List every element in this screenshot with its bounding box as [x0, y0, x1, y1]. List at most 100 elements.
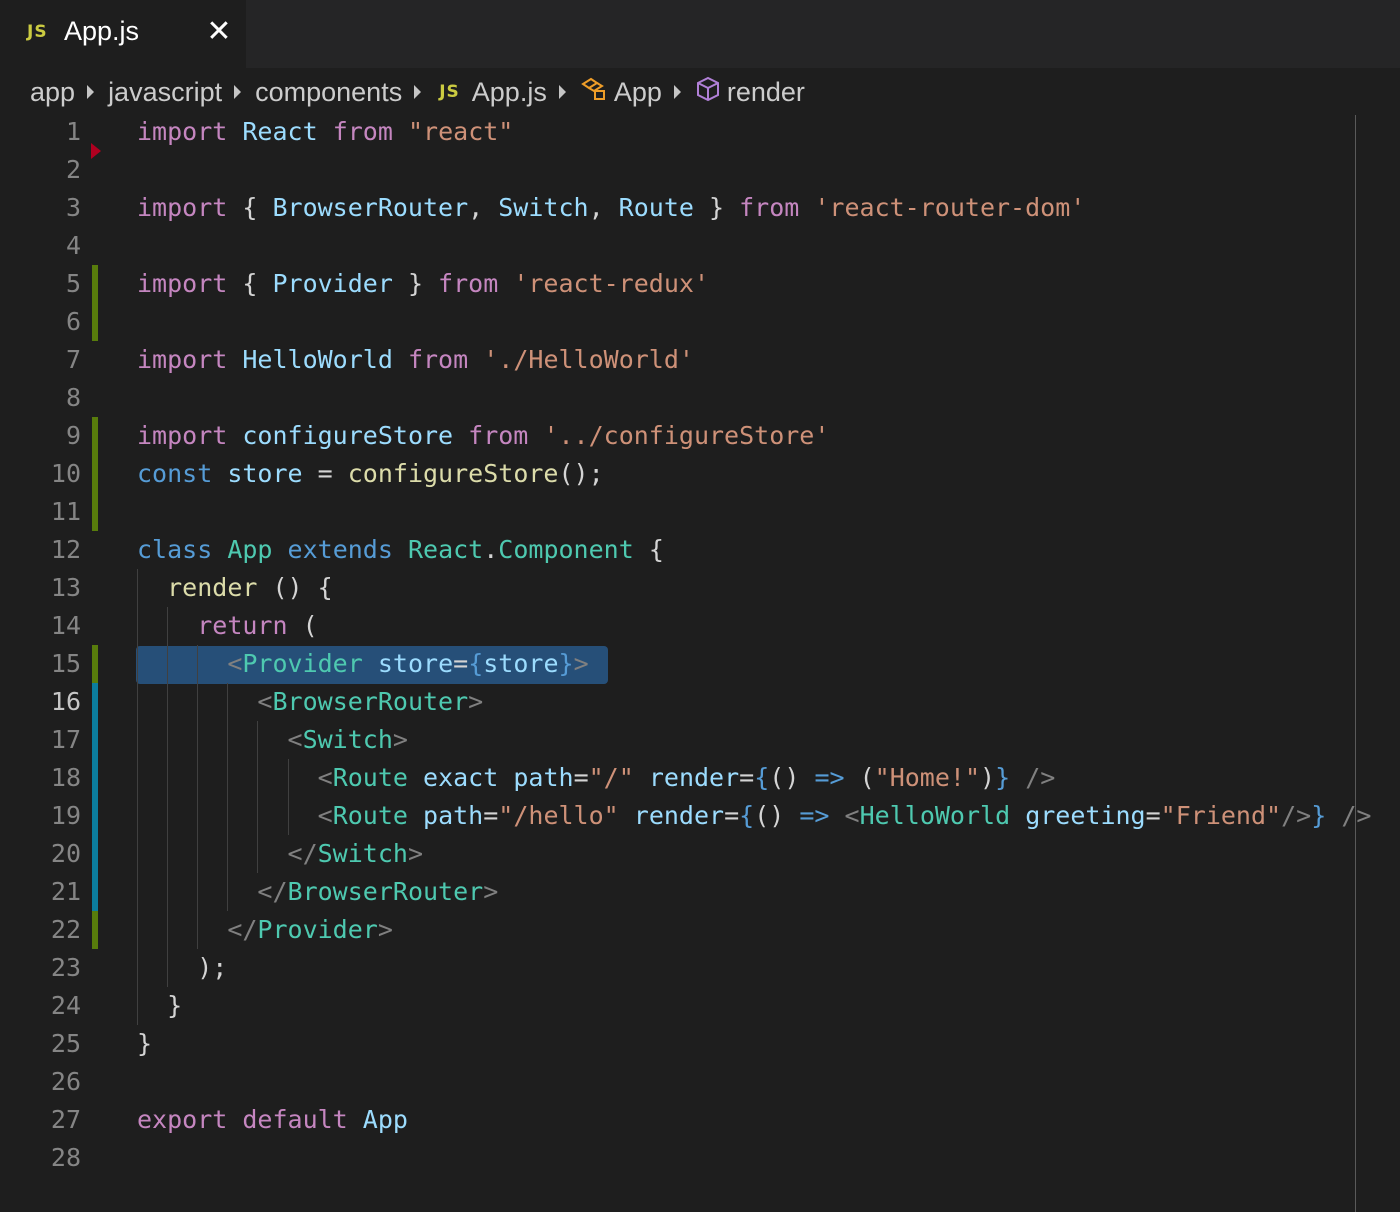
- code-line: import { Provider } from 'react-redux': [137, 265, 709, 303]
- modified-line-bar[interactable]: [92, 417, 98, 455]
- breadcrumb-item-components[interactable]: components: [255, 77, 402, 108]
- modified-line-bar[interactable]: [92, 455, 98, 493]
- code-token: from: [407, 345, 469, 374]
- code-token: import: [137, 345, 228, 374]
- added-line-bar[interactable]: [92, 759, 98, 797]
- code-token: <: [287, 725, 303, 754]
- code-token: App: [362, 1105, 408, 1134]
- added-line-bar[interactable]: [92, 721, 98, 759]
- code-token: />: [1281, 801, 1312, 830]
- code-token: }: [137, 1029, 153, 1058]
- added-line-bar[interactable]: [92, 683, 98, 721]
- breadcrumb-item-app[interactable]: app: [30, 77, 75, 108]
- code-token: default: [242, 1105, 348, 1134]
- code-token: }: [392, 269, 439, 298]
- js-file-icon: JS: [439, 82, 460, 102]
- code-line: import configureStore from '../configure…: [137, 417, 829, 455]
- code-token: HelloWorld: [859, 801, 1011, 830]
- code-line: );: [137, 949, 227, 987]
- line-number: 10: [50, 459, 81, 488]
- modified-line-bar[interactable]: [92, 265, 98, 303]
- code-token: =: [483, 801, 499, 830]
- added-line-bar[interactable]: [92, 873, 98, 911]
- code-token: './HelloWorld': [483, 345, 694, 374]
- code-token: {: [754, 763, 770, 792]
- code-token: Route: [332, 763, 408, 792]
- modified-line-bar[interactable]: [92, 645, 98, 683]
- modified-line-bar[interactable]: [92, 493, 98, 531]
- code-token: render: [167, 573, 258, 602]
- code-token: render: [648, 763, 740, 792]
- close-icon[interactable]: ✕: [204, 14, 234, 50]
- added-line-bar[interactable]: [92, 835, 98, 873]
- breadcrumb-item-app-class[interactable]: App: [614, 77, 662, 108]
- line-number: 6: [65, 307, 81, 336]
- line-number: 3: [65, 193, 81, 222]
- breadcrumb-item-javascript[interactable]: javascript: [108, 77, 222, 108]
- added-line-bar[interactable]: [92, 797, 98, 835]
- code-token: }: [1311, 801, 1327, 830]
- line-number: 25: [50, 1029, 81, 1058]
- line-number: 20: [50, 839, 81, 868]
- code-token: Route: [618, 193, 694, 222]
- code-token: />: [1025, 763, 1056, 792]
- breadcrumb-item-app-js[interactable]: App.js: [472, 77, 547, 108]
- code-token: }: [693, 193, 740, 222]
- code-token: import: [137, 269, 228, 298]
- code-line: <Route exact path="/" render={() => ("Ho…: [137, 759, 1056, 797]
- line-number: 4: [65, 231, 81, 260]
- code-token: () {: [257, 573, 333, 602]
- code-token: >: [483, 877, 499, 906]
- code-token: );: [197, 953, 228, 982]
- code-token: render: [633, 801, 725, 830]
- code-token: import: [137, 421, 228, 450]
- tab-app-js[interactable]: JS App.js ✕: [0, 0, 246, 68]
- code-token: configureStore: [347, 459, 559, 488]
- line-number: 26: [50, 1067, 81, 1096]
- line-number: 14: [50, 611, 81, 640]
- code-token: "Home!": [874, 763, 981, 792]
- code-token: from: [332, 117, 393, 146]
- code-line: const store = configureStore();: [137, 455, 604, 493]
- tab-bar: JS App.js ✕: [0, 0, 1400, 68]
- code-token: export: [137, 1105, 228, 1134]
- modified-line-bar[interactable]: [92, 303, 98, 341]
- code-token: =: [739, 763, 755, 792]
- code-token: }: [558, 649, 574, 678]
- code-token: Provider: [242, 649, 363, 678]
- line-number: 12: [50, 535, 81, 564]
- line-number: 17: [50, 725, 81, 754]
- code-token: React: [242, 117, 318, 146]
- code-token: (): [769, 763, 815, 792]
- breadcrumb-item-render[interactable]: render: [727, 77, 805, 108]
- code-token: "/": [588, 763, 634, 792]
- code-token: "Friend": [1160, 801, 1282, 830]
- code-line: </Provider>: [137, 911, 393, 949]
- modified-line-bar[interactable]: [92, 911, 98, 949]
- code-token: >: [573, 649, 589, 678]
- line-number: 1: [65, 117, 81, 146]
- code-token: path: [513, 763, 574, 792]
- code-token: from: [438, 269, 499, 298]
- line-number: 15: [50, 649, 81, 678]
- line-number: 16: [50, 687, 81, 716]
- code-token: Switch: [302, 725, 393, 754]
- code-token: Component: [498, 535, 634, 564]
